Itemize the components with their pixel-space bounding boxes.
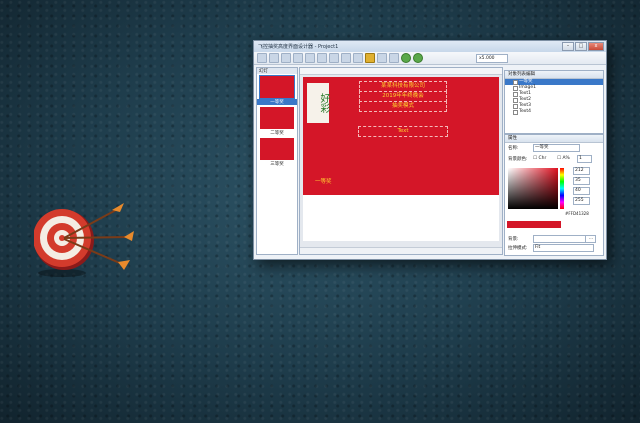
tree-item-label: 一等奖 bbox=[519, 79, 533, 84]
image-icon[interactable] bbox=[377, 53, 387, 63]
right-panels: 对象列表编辑 一等奖 Image1 Text1 Text2 Text3 Text… bbox=[504, 52, 604, 256]
text-placeholder[interactable]: Text bbox=[358, 126, 448, 137]
star-icon[interactable] bbox=[365, 53, 375, 63]
blue-input[interactable]: 40 bbox=[573, 187, 590, 195]
tree-item-label: Text2 bbox=[519, 97, 531, 102]
properties-panel-header: 属性 bbox=[505, 135, 603, 143]
run-icon[interactable] bbox=[401, 53, 411, 63]
app-window: 飞控抽奖高度界面设计器 - Project1 – □ x x5.000 幻灯 一… bbox=[253, 40, 607, 260]
save-icon[interactable] bbox=[281, 53, 291, 63]
name-label: 名称: bbox=[508, 146, 519, 151]
title-bar[interactable]: 飞控抽奖高度界面设计器 - Project1 – □ x bbox=[254, 41, 606, 52]
alpha-checkbox[interactable]: ☐ A% bbox=[557, 156, 570, 161]
slide-thumbnail[interactable] bbox=[260, 138, 294, 160]
open-file-icon[interactable] bbox=[269, 53, 279, 63]
archery-target-icon bbox=[34, 203, 134, 277]
tree-item-label: Image1 bbox=[519, 85, 536, 90]
new-file-icon[interactable] bbox=[257, 53, 267, 63]
play-icon[interactable] bbox=[353, 53, 363, 63]
mode-select[interactable]: Fit bbox=[533, 244, 594, 252]
alpha-input[interactable]: 255 bbox=[573, 197, 590, 205]
copy-icon[interactable] bbox=[305, 53, 315, 63]
objects-panel-header: 对象列表编辑 bbox=[505, 71, 603, 79]
tree-item-label: Text3 bbox=[519, 103, 531, 108]
chr-checkbox[interactable]: ☐ Chr bbox=[533, 156, 546, 161]
properties-panel: 属性 名称: 一等奖 背景颜色: ☐ Chr ☐ A% 1 212 35 40 … bbox=[504, 134, 604, 256]
slides-panel: 幻灯 一等奖 二等奖 三等奖 bbox=[256, 67, 298, 255]
name-input[interactable]: 一等奖 bbox=[533, 144, 580, 152]
slide-label[interactable]: 二等奖 bbox=[257, 130, 297, 136]
settings-icon[interactable] bbox=[389, 53, 399, 63]
red-input[interactable]: 212 bbox=[573, 167, 590, 175]
hex-value: #FFD41328 bbox=[565, 211, 589, 216]
close-button[interactable]: x bbox=[588, 42, 604, 51]
design-canvas-area: 好彩 某某科技有限公司 2019年年终晚会 抽奖模式 Text 一等奖 bbox=[299, 67, 503, 255]
cut-icon[interactable] bbox=[293, 53, 303, 63]
slide-thumbnail[interactable] bbox=[259, 75, 295, 99]
slide-thumbnail[interactable] bbox=[260, 107, 294, 129]
paste-icon[interactable] bbox=[317, 53, 327, 63]
calligraphy-image[interactable]: 好彩 bbox=[307, 83, 329, 123]
alpha-label: A% bbox=[562, 156, 570, 161]
alpha-select[interactable]: 1 bbox=[577, 155, 592, 163]
browse-button[interactable]: ... bbox=[585, 235, 596, 243]
minimize-button[interactable]: – bbox=[562, 42, 574, 51]
color-picker-field[interactable] bbox=[508, 168, 558, 209]
export-icon[interactable] bbox=[413, 53, 423, 63]
slide-label[interactable]: 三等奖 bbox=[257, 161, 297, 167]
maximize-button[interactable]: □ bbox=[575, 42, 587, 51]
chr-label: Chr bbox=[538, 156, 547, 161]
hue-slider[interactable] bbox=[560, 168, 564, 209]
green-input[interactable]: 35 bbox=[573, 177, 590, 185]
image-label: 背景: bbox=[508, 237, 519, 242]
objects-panel: 对象列表编辑 一等奖 Image1 Text1 Text2 Text3 Text… bbox=[504, 70, 604, 134]
mode-label: 拉伸模式: bbox=[508, 246, 528, 251]
horizontal-scrollbar[interactable] bbox=[300, 247, 502, 254]
tree-item-label: Text1 bbox=[519, 91, 531, 96]
slide-canvas[interactable]: 好彩 某某科技有限公司 2019年年终晚会 抽奖模式 Text 一等奖 bbox=[303, 77, 499, 195]
color-label: 背景颜色: bbox=[508, 157, 528, 162]
redo-icon[interactable] bbox=[341, 53, 351, 63]
mode-text[interactable]: 抽奖模式 bbox=[359, 101, 447, 112]
tree-item[interactable]: Text4 bbox=[505, 109, 603, 115]
tree-item-label: Text4 bbox=[519, 109, 531, 114]
slide-label[interactable]: 一等奖 bbox=[257, 99, 297, 105]
prize-label[interactable]: 一等奖 bbox=[315, 177, 332, 185]
window-title: 飞控抽奖高度界面设计器 - Project1 bbox=[258, 44, 339, 50]
image-input[interactable] bbox=[533, 235, 586, 243]
color-swatch bbox=[507, 221, 561, 228]
ruler bbox=[300, 68, 502, 75]
canvas-lower-area bbox=[303, 195, 499, 241]
slides-panel-header: 幻灯 bbox=[257, 68, 297, 74]
undo-icon[interactable] bbox=[329, 53, 339, 63]
